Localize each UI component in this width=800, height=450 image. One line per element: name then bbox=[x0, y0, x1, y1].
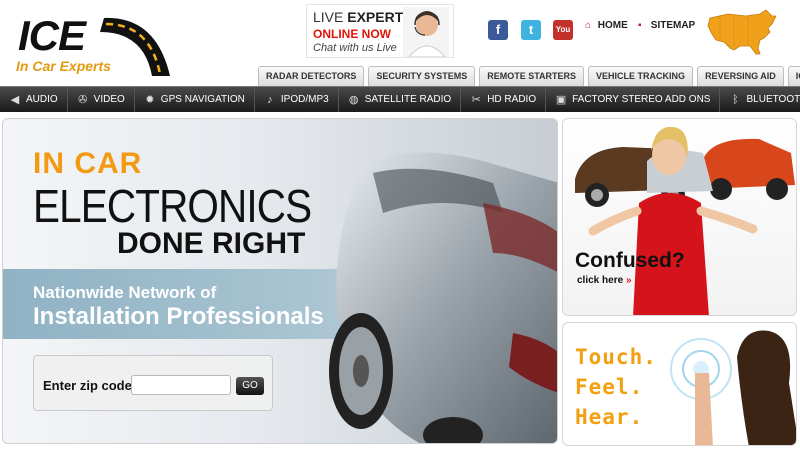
headset-agent-photo bbox=[403, 7, 449, 57]
home-label: HOME bbox=[597, 20, 628, 31]
chat-with-us-label: Chat with us Live bbox=[313, 42, 397, 54]
hero-banner: IN CAR ELECTRONICS DONE RIGHT Nationwide… bbox=[2, 118, 558, 444]
logo-name: ICE bbox=[18, 12, 86, 59]
tab-security-systems[interactable]: SECURITY SYSTEMS bbox=[368, 66, 476, 86]
facebook-icon[interactable]: f bbox=[488, 20, 508, 40]
road-swoosh-icon bbox=[100, 17, 170, 76]
sitemap-label: SITEMAP bbox=[650, 20, 696, 31]
click-here-link[interactable]: click here » bbox=[577, 275, 632, 286]
nav-bluetooth[interactable]: ᛒ BLUETOOTH bbox=[720, 87, 800, 112]
nav-satellite-radio[interactable]: ◍ SATELLITE RADIO bbox=[339, 87, 462, 112]
nav-gps-navigation[interactable]: ✹ GPS NAVIGATION bbox=[135, 87, 255, 112]
sitemap-link[interactable]: ▪ SITEMAP bbox=[638, 20, 695, 31]
zip-code-input[interactable] bbox=[131, 375, 231, 395]
touch-feel-hear-promo[interactable]: Touch. Feel. Hear. bbox=[562, 322, 797, 446]
feel-text: Feel. bbox=[575, 375, 644, 399]
nav-audio[interactable]: ◀ AUDIO bbox=[0, 87, 68, 112]
touch-text: Touch. bbox=[575, 345, 657, 369]
headline-in-car: IN CAR bbox=[33, 147, 143, 180]
network-subhead: Nationwide Network of bbox=[33, 283, 217, 302]
ice-logo[interactable]: ICE In Car Experts bbox=[14, 10, 174, 78]
nav-factory-stereo-add-ons[interactable]: ▣ FACTORY STEREO ADD ONS bbox=[546, 87, 721, 112]
radio-icon: ▣ bbox=[555, 93, 567, 106]
live-expert-title: LIVE EXPERT bbox=[313, 9, 404, 25]
main-nav: ◀ AUDIO ✇ VIDEO ✹ GPS NAVIGATION ♪ IPOD/… bbox=[0, 86, 800, 112]
hear-text: Hear. bbox=[575, 405, 644, 429]
confused-heading: Confused? bbox=[575, 249, 685, 272]
confused-promo[interactable]: Confused? click here » bbox=[562, 118, 797, 316]
tab-remote-starters[interactable]: REMOTE STARTERS bbox=[479, 66, 585, 86]
go-button[interactable]: GO bbox=[236, 377, 264, 395]
sitemap-icon: ▪ bbox=[638, 20, 642, 31]
gear-icon: ✹ bbox=[145, 93, 155, 106]
live-expert-chat[interactable]: LIVE EXPERT ONLINE NOW Chat with us Live bbox=[306, 4, 454, 58]
nav-hd-radio[interactable]: ✂ HD RADIO bbox=[461, 87, 547, 112]
music-note-icon: ♪ bbox=[267, 93, 273, 106]
page: ICE In Car Experts LIVE EXPERT ONLINE NO… bbox=[0, 0, 800, 450]
home-icon: ⌂ bbox=[585, 20, 592, 31]
convertible-car-image bbox=[329, 152, 557, 443]
satellite-icon: ◍ bbox=[348, 93, 359, 106]
cars-and-woman-image bbox=[575, 126, 795, 315]
tab-vehicle-tracking[interactable]: VEHICLE TRACKING bbox=[588, 66, 694, 86]
headline-done-right: DONE RIGHT bbox=[117, 227, 306, 260]
tab-reversing-aid[interactable]: REVERSING AID bbox=[697, 66, 784, 86]
headline-electronics: ELECTRONICS bbox=[33, 180, 312, 232]
tab-ice-blog[interactable]: ICE BLOG bbox=[787, 66, 800, 86]
nav-video[interactable]: ✇ VIDEO bbox=[68, 87, 135, 112]
tab-radar-detectors[interactable]: RADAR DETECTORS bbox=[258, 66, 365, 86]
nav-ipod-mp3[interactable]: ♪ IPOD/MP3 bbox=[255, 87, 339, 112]
youtube-icon[interactable]: You Tube bbox=[553, 20, 573, 54]
zip-search-box: Enter zip code GO bbox=[33, 355, 273, 411]
twitter-icon[interactable]: t bbox=[521, 20, 541, 40]
bluetooth-icon: ᛒ bbox=[732, 93, 739, 106]
film-reel-icon: ✇ bbox=[78, 93, 88, 106]
tools-icon: ✂ bbox=[471, 93, 481, 106]
speaker-icon: ◀ bbox=[10, 93, 20, 106]
zip-code-label: Enter zip code bbox=[43, 378, 132, 393]
home-link[interactable]: ⌂ HOME bbox=[585, 20, 628, 31]
double-chevron-icon: » bbox=[625, 275, 632, 286]
online-now-label: ONLINE NOW bbox=[313, 27, 391, 41]
category-tabs: RADAR DETECTORS SECURITY SYSTEMS REMOTE … bbox=[258, 66, 800, 86]
usa-map-icon[interactable] bbox=[706, 8, 778, 58]
installation-professionals-heading: Installation Professionals bbox=[33, 303, 324, 330]
